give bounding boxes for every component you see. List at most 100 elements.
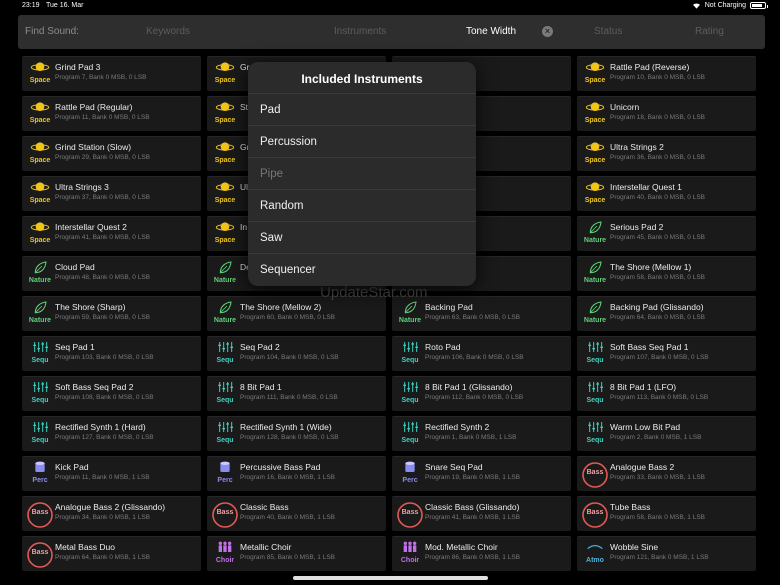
sound-tile[interactable]: Atmo Wobble Sine Program 121, Bank 0 MSB, … <box>577 536 756 571</box>
status-filter[interactable]: Status <box>594 26 622 37</box>
sound-program-info: Program 40, Bank 0 MSB, 0 LSB <box>610 194 706 201</box>
sound-tile[interactable]: Space Unicorn Program 18, Bank 0 MSB, 0 LS… <box>577 96 756 131</box>
sound-tile[interactable]: Sequ Rectified Synth 1 (Hard) Program 127,… <box>22 416 201 451</box>
sound-name: Cloud Pad <box>55 262 95 272</box>
sound-tile[interactable]: Sequ Soft Bass Seq Pad 2 Program 108, Bank… <box>22 376 201 411</box>
category-label: Sequ <box>401 437 419 444</box>
sound-tile[interactable]: Nature The Shore (Sharp) Program 59, Bank … <box>22 296 201 331</box>
nature-category-icon <box>580 260 610 290</box>
category-label: Space <box>584 197 606 204</box>
sound-tile[interactable]: Bass Analogue Bass 2 (Glissando) Program 3… <box>22 496 201 531</box>
space-category-icon <box>580 60 610 90</box>
sound-tile[interactable]: Sequ Seq Pad 1 Program 103, Bank 0 MSB, 0 … <box>22 336 201 371</box>
sound-program-info: Program 40, Bank 0 MSB, 1 LSB <box>240 514 336 521</box>
status-date: Tue 16. Mar <box>46 2 84 9</box>
sound-tile[interactable]: Space Grind Station (Slow) Program 29, Ban… <box>22 136 201 171</box>
home-indicator[interactable] <box>293 576 488 580</box>
sound-tile[interactable]: Sequ Rectified Synth 1 (Wide) Program 128,… <box>207 416 386 451</box>
category-label: Perc <box>402 477 418 484</box>
sound-tile[interactable]: Perc Percussive Bass Pad Program 16, Bank … <box>207 456 386 491</box>
keywords-filter[interactable]: Keywords <box>146 26 190 37</box>
rating-filter[interactable]: Rating <box>695 26 724 37</box>
space-category-icon <box>210 100 240 130</box>
perc-category-icon <box>25 460 55 490</box>
sound-tile[interactable]: Bass Metal Bass Duo Program 64, Bank 0 MSB… <box>22 536 201 571</box>
category-label: Space <box>214 237 236 244</box>
sound-tile[interactable]: Sequ Warm Low Bit Pad Program 2, Bank 0 MS… <box>577 416 756 451</box>
sound-program-info: Program 60, Bank 0 MSB, 0 LSB <box>240 314 336 321</box>
sound-tile[interactable]: Bass Classic Bass (Glissando) Program 41, … <box>392 496 571 531</box>
sound-tile[interactable]: Perc Snare Seq Pad Program 19, Bank 0 MSB,… <box>392 456 571 491</box>
sound-name: Soft Bass Seq Pad 1 <box>610 342 689 352</box>
sound-program-info: Program 107, Bank 0 MSB, 0 LSB <box>610 354 709 361</box>
sound-program-info: Program 41, Bank 0 MSB, 0 LSB <box>55 234 151 241</box>
instrument-option-random[interactable]: Random <box>248 189 476 221</box>
category-label: Sequ <box>586 357 604 364</box>
category-label: Bass <box>216 509 234 516</box>
sound-program-info: Program 59, Bank 0 MSB, 0 LSB <box>55 314 151 321</box>
sound-tile[interactable]: Sequ 8 Bit Pad 1 Program 111, Bank 0 MSB, … <box>207 376 386 411</box>
sound-program-info: Program 37, Bank 0 MSB, 0 LSB <box>55 194 151 201</box>
space-category-icon <box>25 140 55 170</box>
sound-tile[interactable]: Choir Mod. Metallic Choir Program 86, Bank… <box>392 536 571 571</box>
sound-tile[interactable]: Bass Classic Bass Program 40, Bank 0 MSB, … <box>207 496 386 531</box>
instrument-option-pipe: Pipe <box>248 157 476 189</box>
sound-tile[interactable]: Bass Analogue Bass 2 Program 33, Bank 0 MS… <box>577 456 756 491</box>
sound-tile[interactable]: Bass Tube Bass Program 58, Bank 0 MSB, 1 L… <box>577 496 756 531</box>
sound-program-info: Program 33, Bank 0 MSB, 1 LSB <box>610 474 706 481</box>
sequ-category-icon <box>395 420 425 450</box>
category-label: Perc <box>217 477 233 484</box>
sound-tile[interactable]: Nature Cloud Pad Program 48, Bank 0 MSB, 0… <box>22 256 201 291</box>
sequ-category-icon <box>210 420 240 450</box>
sound-tile[interactable]: Sequ Roto Pad Program 106, Bank 0 MSB, 0 L… <box>392 336 571 371</box>
sound-name: Wobble Sine <box>610 542 659 552</box>
sound-tile[interactable]: Nature Serious Pad 2 Program 45, Bank 0 MS… <box>577 216 756 251</box>
sound-tile[interactable]: Space Ultra Strings 3 Program 37, Bank 0 M… <box>22 176 201 211</box>
sound-name: Backing Pad <box>425 302 473 312</box>
category-label: Sequ <box>401 357 419 364</box>
instrument-option-sequencer[interactable]: Sequencer <box>248 253 476 285</box>
perc-category-icon <box>395 460 425 490</box>
category-label: Perc <box>32 477 48 484</box>
space-category-icon <box>210 60 240 90</box>
sound-tile[interactable]: Space Ultra Strings 2 Program 36, Bank 0 M… <box>577 136 756 171</box>
sound-tile[interactable]: Perc Kick Pad Program 11, Bank 0 MSB, 1 LS… <box>22 456 201 491</box>
sound-name: Rattle Pad (Reverse) <box>610 62 690 72</box>
sound-tile[interactable]: Nature The Shore (Mellow 1) Program 58, Ba… <box>577 256 756 291</box>
sound-tile[interactable]: Space Rattle Pad (Regular) Program 11, Ban… <box>22 96 201 131</box>
sound-program-info: Program 10, Bank 0 MSB, 0 LSB <box>610 74 706 81</box>
sound-program-info: Program 63, Bank 0 MSB, 0 LSB <box>425 314 521 321</box>
sound-name: St <box>240 102 249 112</box>
instrument-option-pad[interactable]: Pad <box>248 93 476 125</box>
sound-tile[interactable]: Nature Backing Pad (Glissando) Program 64,… <box>577 296 756 331</box>
sound-tile[interactable]: Space Interstellar Quest 1 Program 40, Ban… <box>577 176 756 211</box>
category-label: Nature <box>213 317 237 324</box>
instrument-option-percussion[interactable]: Percussion <box>248 125 476 157</box>
sound-tile[interactable]: Choir Metallic Choir Program 85, Bank 0 MS… <box>207 536 386 571</box>
sound-tile[interactable]: Space Grind Pad 3 Program 7, Bank 0 MSB, 0… <box>22 56 201 91</box>
sound-tile[interactable]: Nature Backing Pad Program 63, Bank 0 MSB,… <box>392 296 571 331</box>
instruments-filter[interactable]: Instruments <box>334 26 386 37</box>
tone-width-filter[interactable]: Tone Width <box>466 26 516 37</box>
atmo-category-icon <box>580 540 610 570</box>
category-label: Space <box>29 77 51 84</box>
sound-name: 8 Bit Pad 1 <box>240 382 282 392</box>
sound-tile[interactable]: Sequ Rectified Synth 2 Program 1, Bank 0 M… <box>392 416 571 451</box>
sound-tile[interactable]: Space Interstellar Quest 2 Program 41, Ban… <box>22 216 201 251</box>
category-label: Nature <box>28 277 52 284</box>
sound-tile[interactable]: Sequ 8 Bit Pad 1 (Glissando) Program 112, … <box>392 376 571 411</box>
sound-tile[interactable]: Space Rattle Pad (Reverse) Program 10, Ban… <box>577 56 756 91</box>
instrument-option-saw[interactable]: Saw <box>248 221 476 253</box>
sequ-category-icon <box>25 380 55 410</box>
sound-name: Rectified Synth 1 (Hard) <box>55 422 146 432</box>
sound-name: Serious Pad 2 <box>610 222 664 232</box>
clear-filter-icon[interactable]: × <box>542 26 553 37</box>
sound-name: Percussive Bass Pad <box>240 462 321 472</box>
sound-tile[interactable]: Sequ Seq Pad 2 Program 104, Bank 0 MSB, 0 … <box>207 336 386 371</box>
sound-program-info: Program 36, Bank 0 MSB, 0 LSB <box>610 154 706 161</box>
sound-name: Mod. Metallic Choir <box>425 542 498 552</box>
sound-tile[interactable]: Sequ 8 Bit Pad 1 (LFO) Program 113, Bank 0… <box>577 376 756 411</box>
sound-tile[interactable]: Nature The Shore (Mellow 2) Program 60, Ba… <box>207 296 386 331</box>
category-label: Nature <box>213 277 237 284</box>
sound-tile[interactable]: Sequ Soft Bass Seq Pad 1 Program 107, Bank… <box>577 336 756 371</box>
